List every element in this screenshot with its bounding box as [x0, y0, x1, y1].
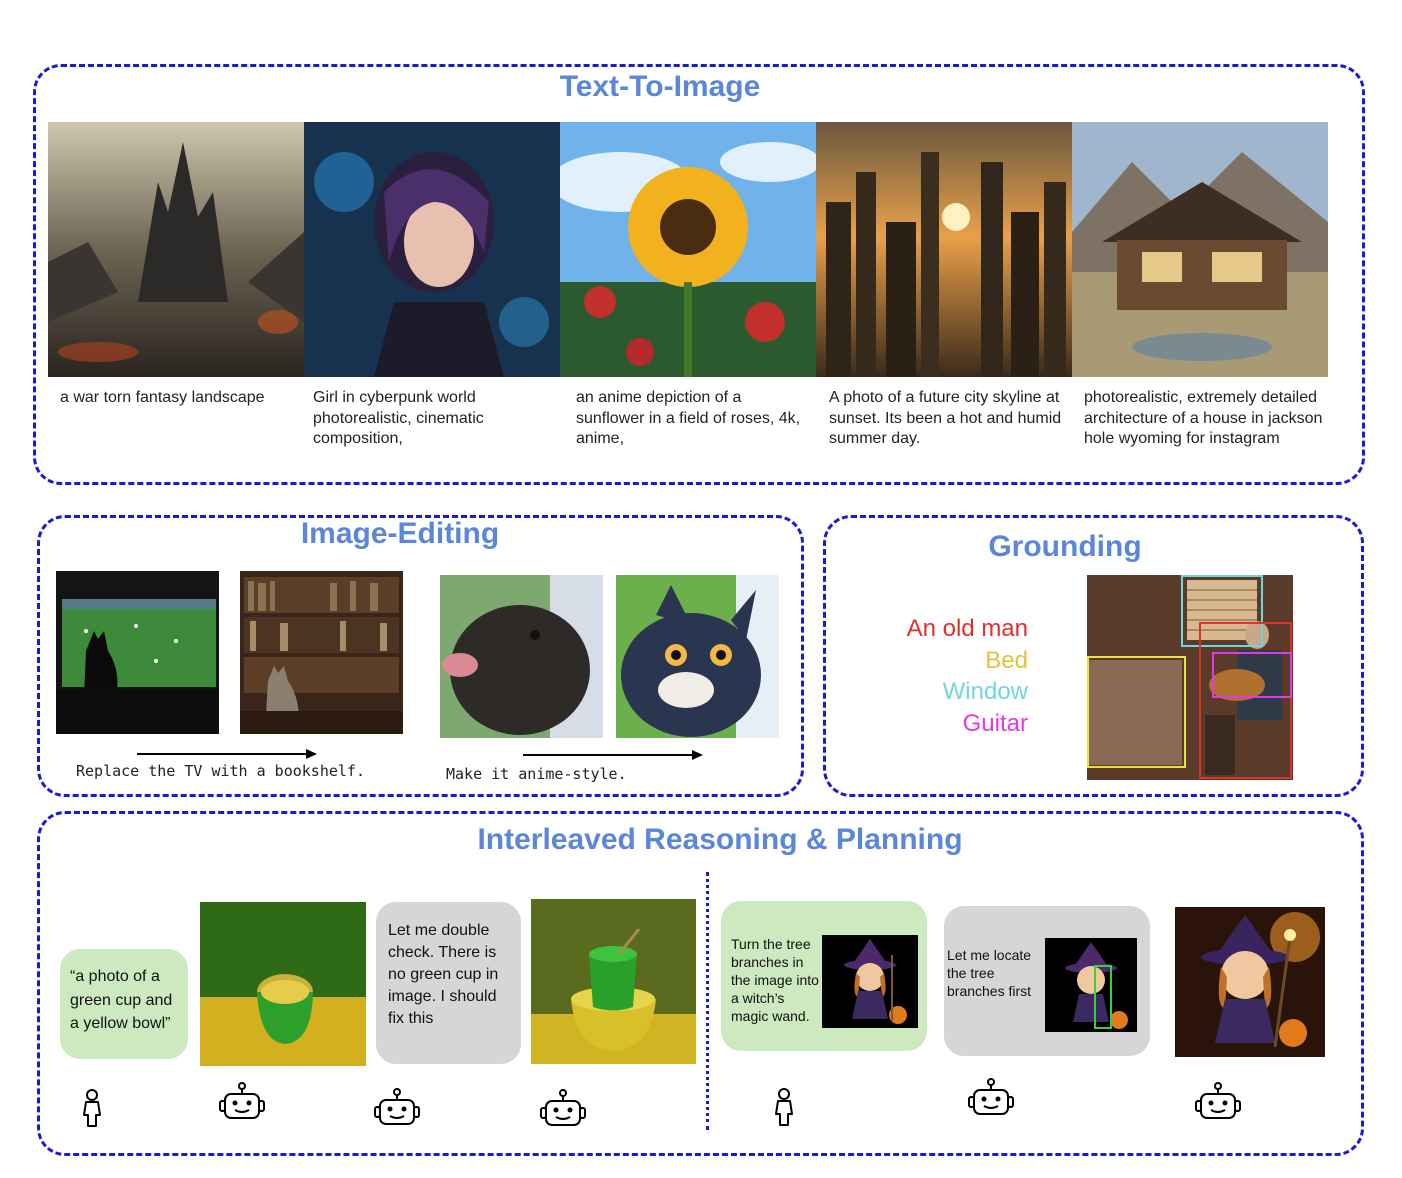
- image-editing-title: Image-Editing: [300, 517, 500, 550]
- text-to-image-title: Text-To-Image: [559, 70, 761, 103]
- jackson-hole-house-image: [1072, 122, 1328, 377]
- war-torn-landscape-image: [48, 122, 304, 377]
- witch-image-final: [1175, 907, 1325, 1057]
- label-guitar: Guitar: [962, 710, 1028, 737]
- person-icon: [775, 1088, 793, 1126]
- robot-icon: [374, 1088, 420, 1125]
- label-old-man: An old man: [906, 615, 1028, 642]
- witch-image-small: [822, 935, 918, 1028]
- arrow-head-icon: [306, 749, 317, 759]
- dog-anime-image: [616, 575, 779, 738]
- future-city-skyline-image: [816, 122, 1072, 377]
- arrow-head-icon: [692, 750, 703, 760]
- robot-icon: [219, 1082, 265, 1119]
- user-message-text: “a photo of a green cup and a yellow bow…: [70, 968, 173, 1032]
- bbox-guitar: [1212, 652, 1292, 698]
- divider: [706, 872, 709, 1130]
- arrow-right-icon: [137, 753, 307, 755]
- cyberpunk-girl-image: [304, 122, 560, 377]
- sunflower-anime-image: [560, 122, 816, 377]
- caption-cyberpunk: Girl in cyberpunk world photorealistic, …: [313, 389, 484, 447]
- bbox-bed: [1087, 656, 1186, 768]
- grounding-title: Grounding: [988, 530, 1142, 563]
- generated-cup-image-1: [200, 902, 366, 1066]
- robot-icon: [540, 1089, 586, 1126]
- bbox-old-man: [1199, 622, 1292, 779]
- edit-instruction-2: Make it anime-style.: [446, 765, 627, 783]
- arrow-right-icon: [523, 754, 693, 756]
- cat-tv-image: [56, 571, 219, 734]
- interleaved-title: Interleaved Reasoning & Planning: [477, 823, 963, 856]
- person-icon: [83, 1089, 101, 1127]
- robot-icon: [968, 1078, 1014, 1115]
- bot-message-text-2: Let me locate the tree branches first: [947, 947, 1032, 999]
- bot-message-text: Let me double check. There is no green c…: [388, 922, 499, 1027]
- caption-house: photorealistic, extremely detailed archi…: [1084, 389, 1323, 447]
- label-window: Window: [942, 678, 1028, 705]
- user-message-bubble: “a photo of a green cup and a yellow bow…: [60, 949, 188, 1059]
- label-bed: Bed: [985, 647, 1028, 674]
- caption-war-torn: a war torn fantasy landscape: [60, 389, 265, 406]
- bot-message-bubble: Let me double check. There is no green c…: [376, 902, 521, 1064]
- edit-instruction-1: Replace the TV with a bookshelf.: [76, 762, 365, 780]
- generated-cup-image-2: [531, 899, 696, 1064]
- cat-bookshelf-image: [240, 571, 403, 734]
- witch-image-located: [1045, 938, 1137, 1032]
- robot-icon: [1195, 1082, 1241, 1119]
- caption-sunflower: an anime depiction of a sunflower in a f…: [576, 389, 801, 447]
- user-message-text-2: Turn the tree branches in the image into…: [731, 936, 819, 1024]
- dog-photo-image: [440, 575, 603, 738]
- caption-city: A photo of a future city skyline at suns…: [829, 389, 1062, 447]
